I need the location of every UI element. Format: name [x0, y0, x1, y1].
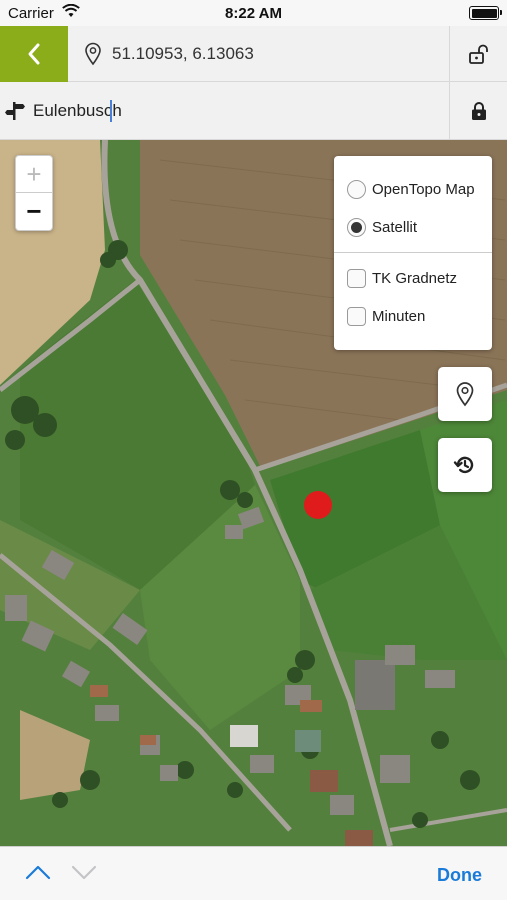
- layer-label: OpenTopo Map: [372, 180, 475, 198]
- battery-icon: [469, 6, 502, 20]
- back-button[interactable]: [0, 26, 68, 82]
- text-cursor: [110, 100, 112, 122]
- satellit-radio[interactable]: [347, 217, 366, 237]
- place-name-input[interactable]: [30, 96, 430, 126]
- clock: 8:22 AM: [225, 5, 282, 22]
- layer-option-opentopo[interactable]: OpenTopo Map: [347, 177, 475, 201]
- zoom-out-button[interactable]: −: [16, 193, 52, 230]
- layer-switcher: OpenTopo Map Satellit TK Gradnetz Minute…: [334, 156, 492, 350]
- chevron-left-icon: [28, 43, 40, 65]
- layer-label: Satellit: [372, 218, 418, 236]
- minuten-checkbox[interactable]: [347, 306, 366, 326]
- coordinate-lock-button[interactable]: [449, 26, 507, 82]
- satellite-map[interactable]: + − OpenTopo Map Satellit TK Gradnetz Mi…: [0, 140, 507, 846]
- zoom-in-button[interactable]: +: [16, 156, 52, 193]
- layer-divider: [334, 252, 492, 253]
- layer-option-satellit[interactable]: Satellit: [347, 215, 417, 239]
- location-pin-icon: [84, 42, 102, 71]
- overlay-label: Minuten: [372, 307, 426, 325]
- coordinate-bar: 51.10953, 6.13063: [0, 26, 507, 82]
- overlay-option-minuten[interactable]: Minuten: [347, 304, 425, 328]
- zoom-control: + −: [15, 155, 53, 231]
- keyboard-accessory-bar: Done: [0, 846, 507, 900]
- position-marker: [304, 491, 332, 519]
- opentopo-radio[interactable]: [347, 179, 366, 199]
- done-button[interactable]: Done: [437, 865, 482, 886]
- unlocked-padlock-icon: [468, 44, 488, 64]
- history-icon: [453, 456, 474, 474]
- place-bar: [0, 82, 507, 140]
- chevron-down-icon: [70, 863, 98, 886]
- chevron-up-icon[interactable]: [24, 863, 52, 886]
- coordinates-value[interactable]: 51.10953, 6.13063: [112, 44, 254, 64]
- location-pin-icon: [456, 382, 474, 407]
- signpost-icon: [4, 100, 26, 127]
- locked-padlock-icon: [471, 102, 486, 120]
- overlay-option-tk-gradnetz[interactable]: TK Gradnetz: [347, 266, 457, 290]
- tk-gradnetz-checkbox[interactable]: [347, 268, 366, 288]
- place-lock-button[interactable]: [449, 82, 507, 140]
- status-bar: Carrier 8:22 AM: [0, 0, 507, 26]
- locate-button[interactable]: [438, 367, 492, 421]
- history-button[interactable]: [438, 438, 492, 492]
- overlay-label: TK Gradnetz: [372, 269, 458, 287]
